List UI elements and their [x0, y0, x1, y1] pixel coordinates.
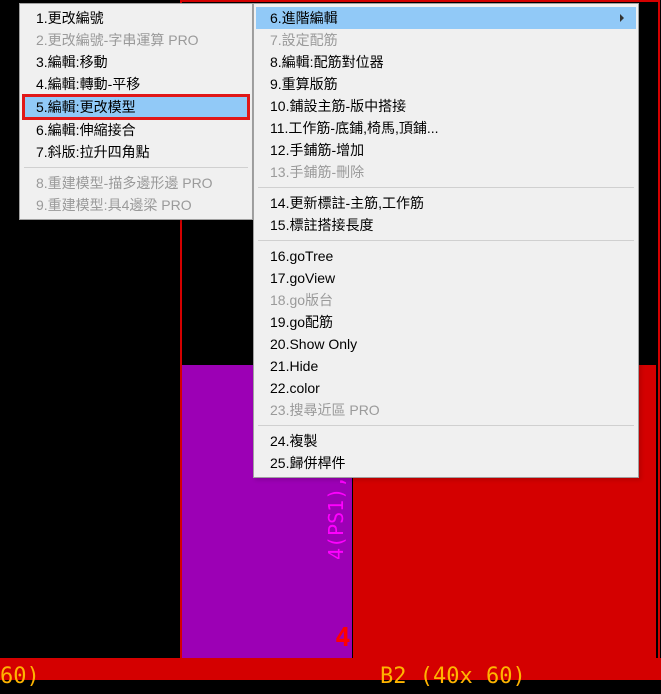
menu1-item-2[interactable]: 3.編輯:移動 [22, 51, 250, 73]
menu1-item-5[interactable]: 6.編輯:伸縮接合 [22, 119, 250, 141]
dim-label-b2: B2 (40x 60) [380, 666, 526, 688]
menu2-item-0[interactable]: 6.進階編輯 [256, 7, 636, 29]
menu2-item-4[interactable]: 10.鋪設主筋-版中搭接 [256, 95, 636, 117]
menu2-item-5[interactable]: 11.工作筋-底鋪,椅馬,頂鋪... [256, 117, 636, 139]
menu2-item-22[interactable]: 25.歸併桿件 [256, 452, 636, 474]
menu2-item-1: 7.設定配筋 [256, 29, 636, 51]
context-menu-sub: 6.進階編輯7.設定配筋8.編輯:配筋對位器9.重算版筋10.鋪設主筋-版中搭接… [253, 3, 639, 478]
menu-separator [24, 167, 248, 168]
menu2-item-2[interactable]: 8.編輯:配筋對位器 [256, 51, 636, 73]
menu2-item-16[interactable]: 20.Show Only [256, 333, 636, 355]
menu2-item-19: 23.搜尋近區 PRO [256, 399, 636, 421]
menu2-item-18[interactable]: 22.color [256, 377, 636, 399]
menu-separator [258, 425, 634, 426]
menu2-item-9[interactable]: 14.更新標註-主筋,工作筋 [256, 192, 636, 214]
menu2-item-7: 13.手鋪筋-刪除 [256, 161, 636, 183]
menu1-item-9: 9.重建模型:具4邊梁 PRO [22, 194, 250, 216]
menu2-item-3[interactable]: 9.重算版筋 [256, 73, 636, 95]
menu2-item-10[interactable]: 15.標註搭接長度 [256, 214, 636, 236]
annotation-num: 4 [335, 625, 351, 651]
menu-separator [258, 240, 634, 241]
menu1-item-1: 2.更改編號-字串運算 PRO [22, 29, 250, 51]
menu1-item-0[interactable]: 1.更改編號 [22, 7, 250, 29]
menu2-item-6[interactable]: 12.手鋪筋-增加 [256, 139, 636, 161]
menu1-item-3[interactable]: 4.編輯:轉動-平移 [22, 73, 250, 95]
context-menu-main: 1.更改編號2.更改編號-字串運算 PRO3.編輯:移動4.編輯:轉動-平移5.… [19, 3, 253, 220]
bottom-beam [0, 658, 661, 680]
menu1-item-4[interactable]: 5.編輯:更改模型 [22, 94, 250, 120]
menu1-item-8: 8.重建模型-描多邊形邊 PRO [22, 172, 250, 194]
menu1-item-6[interactable]: 7.斜版:拉升四角點 [22, 141, 250, 163]
menu2-item-13[interactable]: 17.goView [256, 267, 636, 289]
menu-separator [258, 187, 634, 188]
menu2-item-17[interactable]: 21.Hide [256, 355, 636, 377]
menu2-item-12[interactable]: 16.goTree [256, 245, 636, 267]
menu2-item-15[interactable]: 19.go配筋 [256, 311, 636, 333]
menu2-item-21[interactable]: 24.複製 [256, 430, 636, 452]
dim-label-left: 60) [0, 666, 40, 688]
menu2-item-14: 18.go版台 [256, 289, 636, 311]
